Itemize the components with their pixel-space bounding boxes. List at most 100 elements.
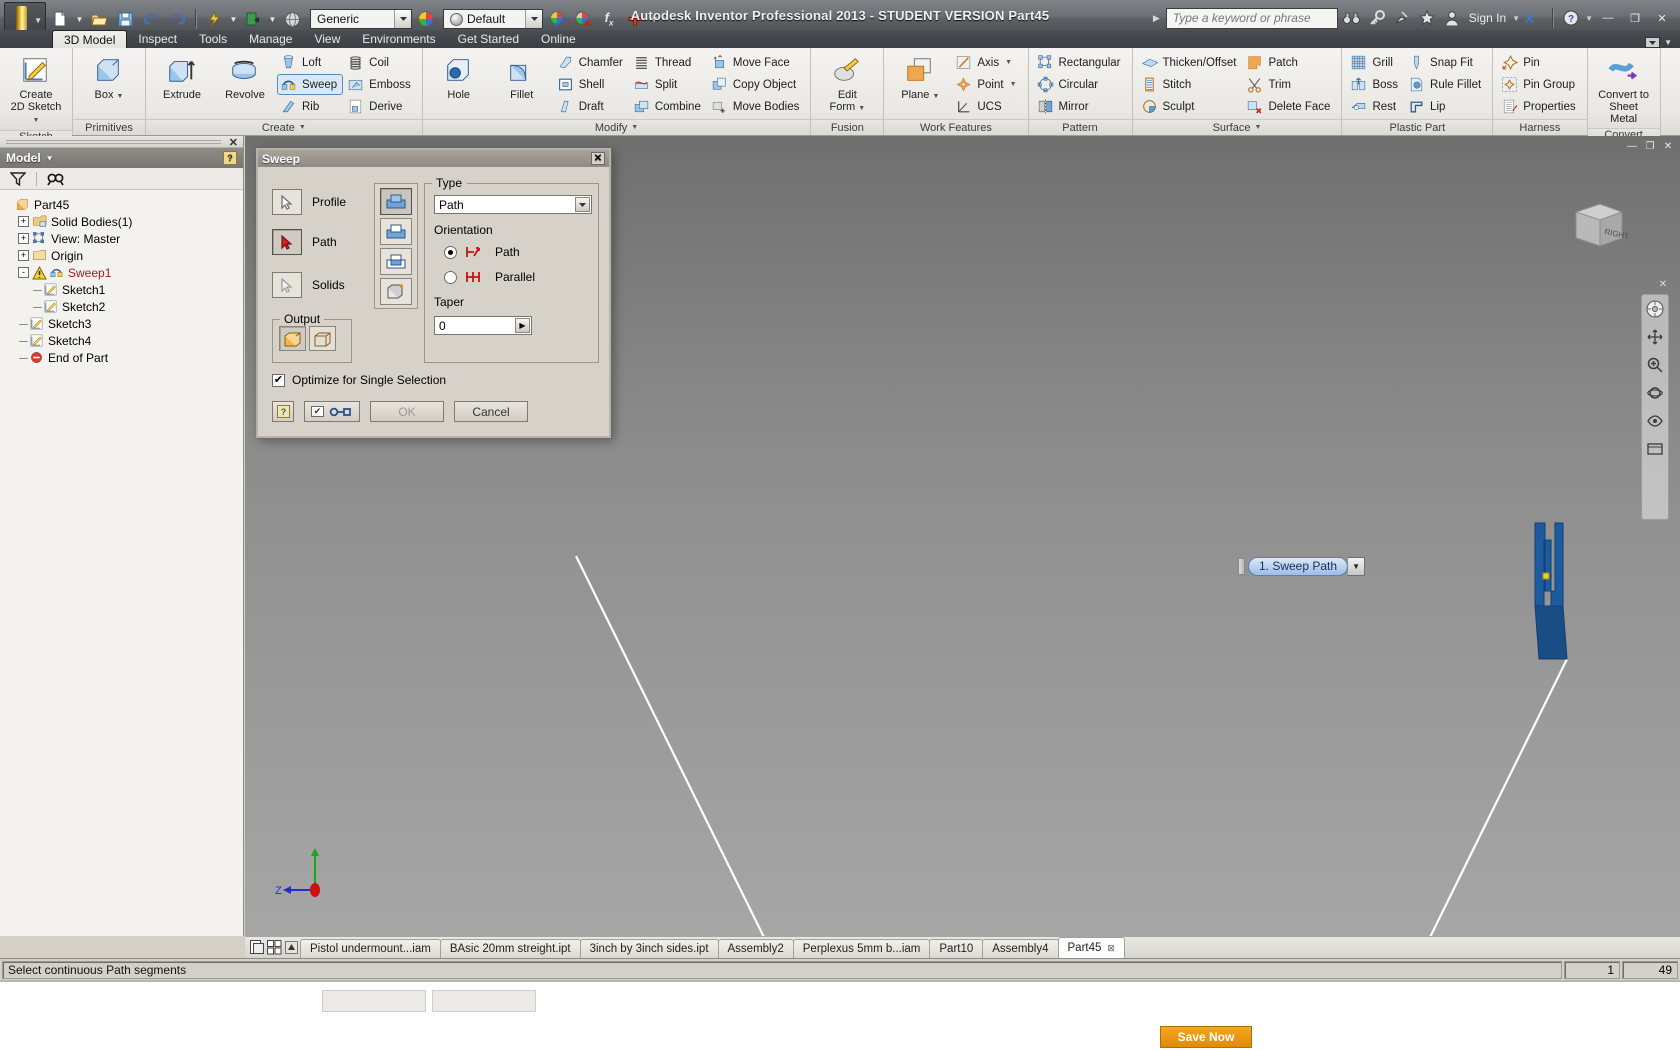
sweep-dialog[interactable]: Sweep ✕ Profile Path Solids Output Type …: [256, 148, 611, 438]
chevron-down-icon[interactable]: ▼: [1664, 38, 1672, 47]
button-draft[interactable]: Draft: [554, 96, 629, 117]
taskbar-item-1[interactable]: [322, 990, 426, 1012]
tree-node[interactable]: + Origin: [4, 247, 239, 264]
button-move-face[interactable]: Move Face: [708, 52, 805, 73]
button-rectangular[interactable]: Rectangular: [1034, 52, 1127, 73]
cut-icon[interactable]: [380, 218, 412, 245]
radio-parallel[interactable]: [444, 270, 457, 284]
model-tree[interactable]: Part45 + Solid Bodies(1) + View: Master + Orig…: [0, 190, 243, 936]
button-lip[interactable]: Lip: [1405, 96, 1487, 117]
button-axis[interactable]: Axis ▼: [952, 52, 1022, 73]
button-chamfer[interactable]: Chamfer: [554, 52, 629, 73]
button-create-2d-sketch[interactable]: Create 2D Sketch ▼: [5, 52, 67, 130]
taper-dropdown-icon[interactable]: ▶: [515, 318, 530, 333]
taskbar-item-2[interactable]: [432, 990, 536, 1012]
sign-in-button[interactable]: Sign In: [1466, 11, 1509, 25]
document-tab[interactable]: Assembly2: [717, 939, 794, 958]
solids-select-button[interactable]: [272, 272, 302, 298]
button-circular[interactable]: Circular: [1034, 74, 1127, 95]
button-plane[interactable]: Plane ▼: [889, 52, 951, 106]
button-rib[interactable]: Rib: [277, 96, 343, 117]
tree-expander[interactable]: +: [18, 250, 29, 261]
button-trim[interactable]: Trim: [1243, 74, 1336, 95]
tree-node[interactable]: + Solid Bodies(1): [4, 213, 239, 230]
cancel-button[interactable]: Cancel: [454, 401, 528, 422]
tab-3d-model[interactable]: 3D Model: [52, 30, 128, 48]
type-combo[interactable]: Path: [434, 195, 592, 214]
button-shell[interactable]: Shell: [554, 74, 629, 95]
button-ucs[interactable]: UCS: [952, 96, 1022, 117]
chevron-down-icon[interactable]: ▼: [1348, 556, 1366, 576]
button-boss[interactable]: Boss: [1347, 74, 1404, 95]
button-extrude[interactable]: Extrude: [151, 52, 213, 104]
radio-path[interactable]: [444, 245, 457, 259]
tab-view[interactable]: View: [303, 30, 351, 48]
dialog-help-button[interactable]: ?: [272, 401, 294, 422]
button-revolve[interactable]: Revolve: [214, 52, 276, 104]
chevron-down-icon[interactable]: ▼: [1512, 14, 1520, 23]
ok-button[interactable]: OK: [370, 401, 444, 422]
browser-help-icon[interactable]: ?: [223, 151, 237, 165]
more-options-button[interactable]: ✔: [304, 401, 360, 422]
maximize-button[interactable]: ❐: [1623, 9, 1647, 27]
chevron-down-icon[interactable]: ▼: [1010, 81, 1017, 88]
button-hole[interactable]: Hole: [428, 52, 490, 104]
button-loft[interactable]: Loft: [277, 52, 343, 73]
surface-output-icon[interactable]: [309, 326, 336, 351]
tree-expander[interactable]: +: [18, 233, 29, 244]
ribbon-minimize-icon[interactable]: [1645, 37, 1661, 48]
tile-grid-icon[interactable]: [266, 939, 283, 956]
help-icon[interactable]: ?: [1560, 7, 1582, 29]
find-icon[interactable]: [47, 172, 65, 186]
exchange-icon[interactable]: X: [1523, 7, 1545, 29]
close-icon[interactable]: ✕: [591, 152, 605, 165]
close-button[interactable]: ✕: [1650, 9, 1674, 27]
viewport-minimize-button[interactable]: —: [1624, 140, 1640, 153]
key-icon[interactable]: [1366, 7, 1388, 29]
browser-header[interactable]: Model ▼ ?: [0, 148, 243, 168]
tile-horizontal-icon[interactable]: [249, 939, 266, 956]
tree-node[interactable]: ─ Sketch1: [4, 281, 239, 298]
browser-grip[interactable]: ✕: [0, 136, 243, 149]
tab-environments[interactable]: Environments: [351, 30, 446, 48]
solid-output-icon[interactable]: [279, 326, 306, 351]
new-solid-icon[interactable]: [380, 278, 412, 305]
tab-online[interactable]: Online: [530, 30, 587, 48]
chevron-right-icon[interactable]: ▶: [1153, 13, 1160, 24]
tree-node[interactable]: ─ Sketch3: [4, 315, 239, 332]
document-tab[interactable]: Assembly4: [982, 939, 1059, 958]
button-patch[interactable]: Patch: [1243, 52, 1336, 73]
user-icon[interactable]: [1441, 7, 1463, 29]
tab-inspect[interactable]: Inspect: [127, 30, 188, 48]
button-convert-to-sheet-metal[interactable]: Convert to Sheet Metal: [1593, 52, 1655, 128]
document-tab[interactable]: 3inch by 3inch sides.ipt: [579, 939, 719, 958]
button-point[interactable]: Point ▼: [952, 74, 1022, 95]
document-tab[interactable]: Perplexus 5mm b...iam: [792, 939, 931, 958]
path-select-button[interactable]: [272, 229, 302, 255]
tab-manage[interactable]: Manage: [238, 30, 303, 48]
tooltip-grip[interactable]: [1238, 557, 1245, 575]
chevron-down-icon[interactable]: ▼: [46, 154, 54, 163]
button-pin[interactable]: Pin: [1498, 52, 1581, 73]
scroll-up-icon[interactable]: [283, 939, 300, 956]
button-thicken-offset[interactable]: Thicken/Offset: [1138, 52, 1243, 73]
join-icon[interactable]: [380, 188, 412, 215]
viewport-restore-button[interactable]: ❐: [1642, 140, 1658, 153]
button-edit-form[interactable]: Edit Form ▼: [816, 52, 878, 118]
button-copy-object[interactable]: Copy Object: [708, 74, 805, 95]
button-mirror[interactable]: Mirror: [1034, 96, 1127, 117]
close-icon[interactable]: ✕: [229, 136, 238, 149]
star-icon[interactable]: [1416, 7, 1438, 29]
button-pin-group[interactable]: Pin Group: [1498, 74, 1581, 95]
tree-node[interactable]: ─ Sketch4: [4, 332, 239, 349]
document-tab[interactable]: Part10: [929, 939, 984, 958]
button-delete-face[interactable]: Delete Face: [1243, 96, 1336, 117]
profile-select-button[interactable]: [272, 189, 302, 215]
solids-selector-row[interactable]: Solids: [272, 272, 345, 298]
save-now-button[interactable]: Save Now: [1160, 1026, 1252, 1048]
help-dropdown-icon[interactable]: ▼: [1585, 14, 1593, 23]
button-sculpt[interactable]: Sculpt: [1138, 96, 1243, 117]
tree-node[interactable]: ─ Sketch2: [4, 298, 239, 315]
document-tab[interactable]: BAsic 20mm streight.ipt: [439, 939, 581, 958]
button-box[interactable]: Box ▼: [78, 52, 140, 106]
